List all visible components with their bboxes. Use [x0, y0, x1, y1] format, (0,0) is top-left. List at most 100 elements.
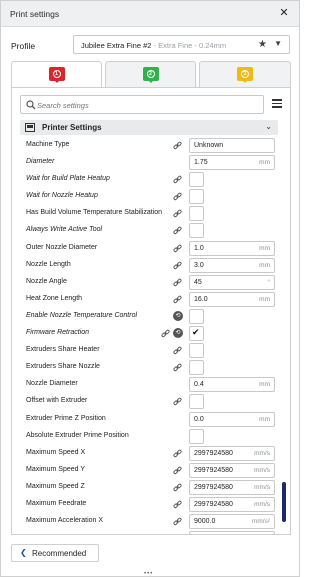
- link-icon[interactable]: [173, 534, 182, 535]
- settings-content: Printer Settings ⌄ Machine Type Unknown Di…: [11, 87, 291, 535]
- setting-checkbox[interactable]: ✔: [189, 326, 204, 342]
- setting-field[interactable]: 2997924580 mm/s: [189, 479, 275, 495]
- setting-label: Nozzle Angle: [26, 277, 67, 285]
- setting-field[interactable]: 2997924580 mm/s: [189, 496, 275, 512]
- setting-row: Wait for Build Plate Heatup: [12, 171, 290, 188]
- field-value: 16.0: [194, 295, 208, 303]
- menu-icon[interactable]: [272, 99, 282, 108]
- field-value: 2997924580: [194, 449, 233, 457]
- checkmark-icon: ✔: [192, 327, 200, 338]
- link-icon[interactable]: [173, 244, 182, 253]
- setting-label: Firmware Retraction: [26, 329, 90, 337]
- link-icon[interactable]: [173, 449, 182, 458]
- link-icon[interactable]: [173, 397, 182, 406]
- field-unit: mm: [259, 415, 270, 423]
- link-icon[interactable]: [173, 209, 182, 218]
- setting-row: Nozzle Length 3.0 mm: [12, 257, 290, 274]
- link-icon[interactable]: [173, 192, 182, 201]
- setting-row: Nozzle Angle 45 °: [12, 274, 290, 291]
- star-icon[interactable]: ★: [258, 39, 267, 50]
- setting-row: Maximum Speed X 2997924580 mm/s: [12, 445, 290, 462]
- link-icon[interactable]: [173, 500, 182, 509]
- profile-selected: Jubilee Extra Fine #2 - Extra Fine - 0.2…: [81, 41, 226, 50]
- setting-checkbox[interactable]: [189, 308, 204, 324]
- info-icon[interactable]: ⟲: [173, 328, 183, 339]
- field-unit: mm: [259, 159, 270, 167]
- field-value: 1.0: [194, 244, 204, 252]
- resize-grip[interactable]: •••: [144, 571, 153, 577]
- setting-row: Maximum Speed Y 2997924580 mm/s: [12, 462, 290, 479]
- setting-label: Diameter: [26, 158, 55, 166]
- setting-label: Absolute Extruder Prime Position: [26, 431, 129, 439]
- setting-label: Heat Zone Length: [26, 294, 83, 302]
- setting-label: Always Write Active Tool: [26, 226, 103, 234]
- setting-field[interactable]: 1.75 mm: [189, 155, 275, 171]
- link-icon[interactable]: [173, 141, 182, 150]
- setting-field[interactable]: 1.0 mm: [189, 240, 275, 256]
- profile-sub: - Extra Fine - 0.24mm: [151, 41, 227, 50]
- setting-checkbox[interactable]: [189, 343, 204, 359]
- field-unit: mm/s: [254, 466, 270, 474]
- setting-checkbox[interactable]: [189, 206, 204, 222]
- setting-checkbox[interactable]: [189, 223, 204, 239]
- setting-field[interactable]: 2997924580 mm/s: [189, 445, 275, 461]
- setting-row: Maximum Speed Z 2997924580 mm/s: [12, 479, 290, 496]
- setting-field[interactable]: 3.0 mm: [189, 257, 275, 273]
- setting-label: Extruders Share Nozzle: [26, 363, 100, 371]
- setting-label: Nozzle Length: [26, 260, 71, 268]
- link-icon[interactable]: [173, 466, 182, 475]
- setting-checkbox[interactable]: [189, 394, 204, 410]
- link-icon[interactable]: [173, 346, 182, 355]
- setting-field[interactable]: 2997924580 mm/s: [189, 462, 275, 478]
- scrollbar[interactable]: [282, 482, 286, 522]
- close-icon[interactable]: ✕: [277, 6, 291, 20]
- setting-label: Nozzle Diameter: [26, 380, 78, 388]
- recommended-button[interactable]: ❮ Recommended: [11, 544, 99, 562]
- tab-extruder-3[interactable]: 3: [199, 61, 291, 87]
- setting-field[interactable]: 0.0 mm: [189, 411, 275, 427]
- setting-checkbox[interactable]: [189, 360, 204, 376]
- setting-row: Enable Nozzle Temperature Control ⟲: [12, 308, 290, 325]
- search-input[interactable]: [37, 98, 257, 112]
- link-icon[interactable]: [173, 226, 182, 235]
- link-icon[interactable]: [173, 295, 182, 304]
- setting-field[interactable]: 16.0 mm: [189, 291, 275, 307]
- setting-field[interactable]: 9000.0mm/s²: [189, 514, 275, 530]
- print-settings-panel: Print settings ✕ Profile Jubilee Extra F…: [0, 0, 300, 577]
- setting-row: Firmware Retraction ⟲ ✔: [12, 325, 290, 342]
- field-value: 45: [194, 278, 202, 286]
- setting-label: Offset with Extruder: [26, 397, 88, 405]
- link-icon[interactable]: [173, 517, 182, 526]
- setting-row: Extruders Share Heater: [12, 342, 290, 359]
- tab-extruder-1[interactable]: 1: [11, 61, 102, 89]
- setting-checkbox[interactable]: [189, 172, 204, 188]
- field-unit: mm: [259, 244, 270, 252]
- field-value: 9000.0: [194, 518, 216, 526]
- setting-field[interactable]: Unknown: [189, 138, 275, 153]
- link-icon[interactable]: [173, 261, 182, 270]
- setting-checkbox[interactable]: [189, 428, 204, 444]
- link-icon[interactable]: [173, 483, 182, 492]
- link-icon[interactable]: [173, 278, 182, 287]
- setting-field[interactable]: 9000.0mm/s²: [189, 531, 275, 534]
- section-printer-settings[interactable]: Printer Settings ⌄: [20, 120, 278, 135]
- link-icon[interactable]: [173, 363, 182, 372]
- extruder-3-icon: 3: [237, 67, 253, 83]
- setting-label: Maximum Speed Y: [26, 465, 86, 473]
- profile-dropdown[interactable]: Jubilee Extra Fine #2 - Extra Fine - 0.2…: [73, 35, 290, 54]
- link-icon[interactable]: [161, 329, 170, 338]
- setting-field[interactable]: 0.4 mm: [189, 377, 275, 393]
- setting-label: Maximum Speed Z: [26, 482, 85, 490]
- link-icon[interactable]: [173, 175, 182, 184]
- field-value: 1.75: [194, 159, 208, 167]
- setting-label: Wait for Build Plate Heatup: [26, 175, 110, 183]
- tab-extruder-2[interactable]: 2: [105, 61, 196, 87]
- setting-checkbox[interactable]: [189, 189, 204, 205]
- setting-field[interactable]: 45 °: [189, 274, 275, 290]
- search-box[interactable]: [20, 95, 264, 114]
- info-icon[interactable]: ⟲: [173, 310, 183, 321]
- setting-row: Has Build Volume Temperature Stabilizati…: [12, 205, 290, 222]
- chevron-left-icon: ❮: [20, 548, 27, 557]
- chevron-down-icon: ▼: [274, 39, 282, 48]
- setting-row: Absolute Extruder Prime Position: [12, 428, 290, 445]
